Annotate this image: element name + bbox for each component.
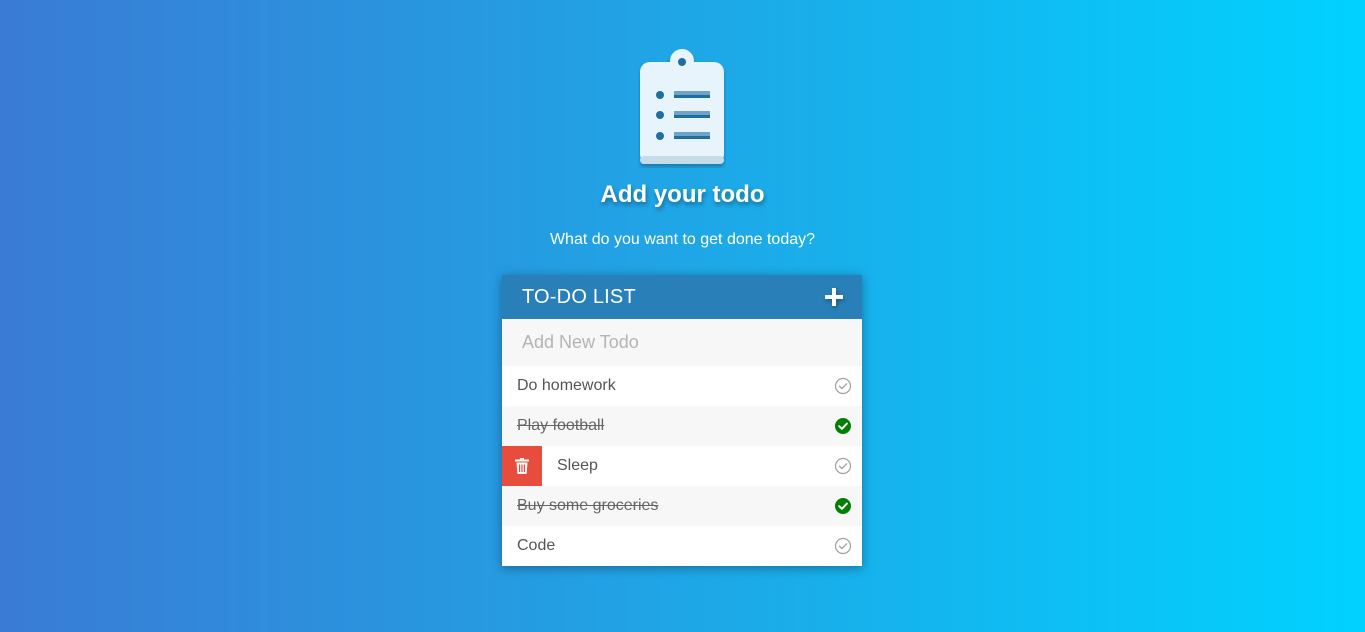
- plus-icon[interactable]: [824, 287, 844, 307]
- check-circle-filled-icon[interactable]: [834, 497, 852, 515]
- todo-text[interactable]: Buy some groceries: [502, 497, 834, 515]
- todo-item[interactable]: Code: [502, 526, 862, 566]
- card-title: TO-DO LIST: [522, 285, 636, 308]
- todo-item[interactable]: Do homework: [502, 366, 862, 406]
- todo-item[interactable]: Play football: [502, 406, 862, 446]
- todo-text[interactable]: Code: [502, 537, 834, 555]
- delete-button[interactable]: [502, 446, 542, 486]
- todo-list: Do homework Play football Sleep Buy some…: [502, 366, 862, 566]
- check-circle-icon[interactable]: [834, 457, 852, 475]
- page-title: Add your todo: [600, 181, 765, 208]
- trash-icon: [515, 458, 529, 474]
- page-subtitle: What do you want to get done today?: [549, 231, 816, 248]
- new-todo-input[interactable]: [502, 319, 862, 366]
- check-circle-icon[interactable]: [834, 537, 852, 555]
- clipboard-list-icon: [640, 49, 724, 164]
- check-circle-filled-icon[interactable]: [834, 417, 852, 435]
- todo-text[interactable]: Sleep: [542, 457, 834, 475]
- check-circle-icon[interactable]: [834, 377, 852, 395]
- todo-item[interactable]: Buy some groceries: [502, 486, 862, 526]
- todo-card: TO-DO LIST Do homework Play football: [502, 275, 862, 566]
- todo-text[interactable]: Do homework: [502, 377, 834, 395]
- todo-item[interactable]: Sleep: [502, 446, 862, 486]
- card-header: TO-DO LIST: [502, 275, 862, 319]
- todo-text[interactable]: Play football: [502, 417, 834, 435]
